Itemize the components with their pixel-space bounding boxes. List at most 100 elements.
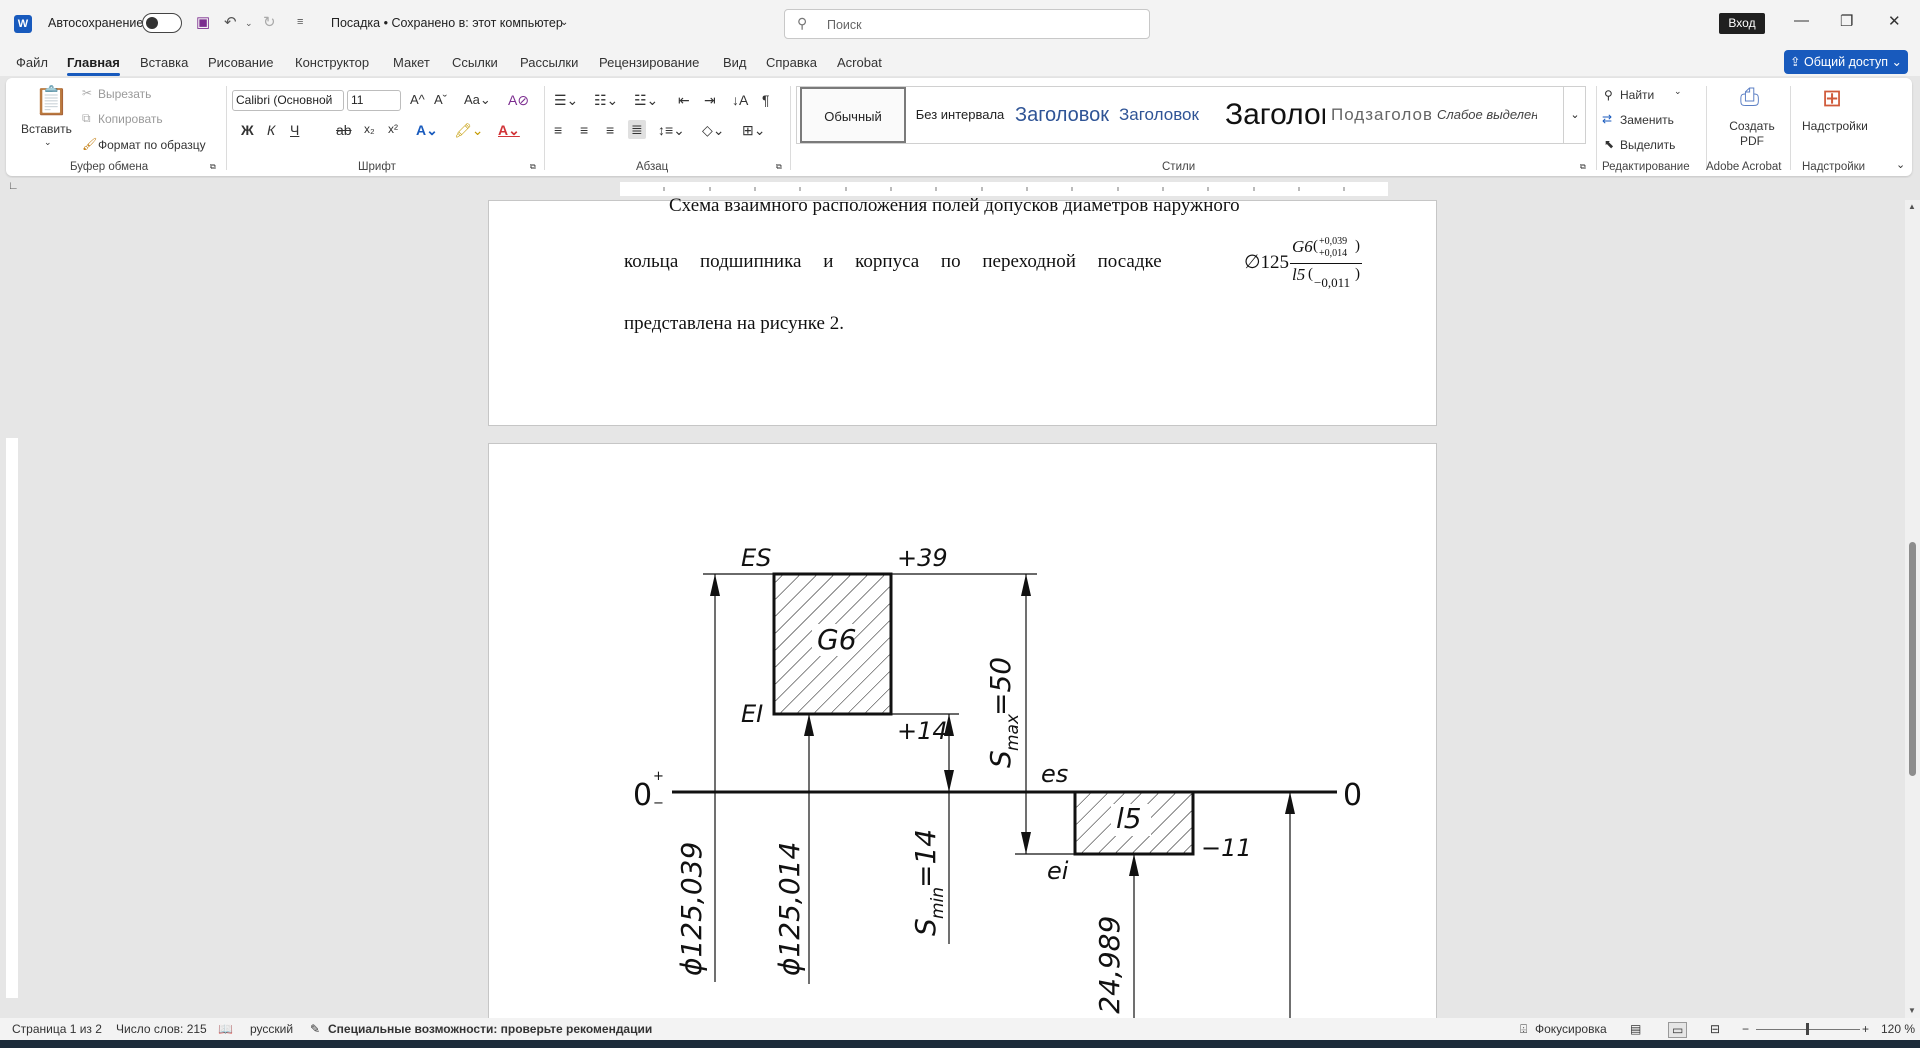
paste-dropdown-icon[interactable]: ⌄: [44, 137, 52, 148]
replace-icon[interactable]: ⇄: [1602, 112, 1612, 126]
font-family-combo[interactable]: Calibri (Основной: [232, 90, 344, 111]
vertical-ruler[interactable]: [4, 200, 20, 1010]
collapse-ribbon-icon[interactable]: ⌄: [1896, 158, 1905, 171]
style-title[interactable]: Заголовок: [1225, 87, 1325, 143]
format-painter-button[interactable]: Формат по образцу: [98, 138, 206, 152]
search-box[interactable]: ⚲ Поиск: [784, 9, 1150, 39]
format-painter-icon[interactable]: 🖌: [82, 137, 97, 151]
save-icon[interactable]: ▣: [196, 13, 210, 31]
tab-view[interactable]: Вид: [723, 55, 747, 70]
style-heading2[interactable]: Заголовок: [1119, 87, 1219, 143]
word-count[interactable]: Число слов: 215: [116, 1022, 207, 1036]
style-heading1[interactable]: Заголовок: [1015, 87, 1113, 143]
paragraph-launcher-icon[interactable]: ⧉: [776, 162, 782, 172]
highlight-icon[interactable]: 🖍⌄: [454, 122, 484, 139]
multilevel-list-icon[interactable]: ☳⌄: [634, 92, 658, 109]
web-layout-icon[interactable]: ⊟: [1710, 1022, 1720, 1036]
tab-mailings[interactable]: Рассылки: [520, 55, 578, 70]
language-status[interactable]: русский: [250, 1022, 293, 1036]
title-dropdown-icon[interactable]: ⌄: [560, 17, 568, 28]
tab-review[interactable]: Рецензирование: [599, 55, 699, 70]
vertical-scrollbar[interactable]: ▲ ▼: [1905, 200, 1920, 1018]
tab-draw[interactable]: Рисование: [208, 55, 273, 70]
style-normal[interactable]: Обычный: [800, 87, 906, 143]
read-mode-icon[interactable]: ▤: [1630, 1022, 1641, 1036]
tab-home[interactable]: Главная: [67, 55, 120, 76]
subscript-icon[interactable]: x₂: [364, 122, 375, 136]
redo-icon[interactable]: ↻: [263, 13, 276, 31]
copy-icon[interactable]: ⧉: [82, 111, 91, 126]
tab-selector-icon[interactable]: ∟: [8, 180, 19, 192]
tab-design[interactable]: Конструктор: [295, 55, 369, 70]
accessibility-icon[interactable]: ✎: [310, 1022, 320, 1036]
proofing-icon[interactable]: 📖: [218, 1022, 233, 1036]
zoom-out-icon[interactable]: −: [1742, 1022, 1749, 1036]
select-icon[interactable]: ⬉: [1604, 137, 1614, 151]
numbering-icon[interactable]: ☷⌄: [594, 92, 618, 109]
focus-icon[interactable]: ⌹: [1520, 1022, 1527, 1037]
change-case-icon[interactable]: Aa⌄: [464, 92, 491, 108]
tab-file[interactable]: Файл: [16, 55, 48, 70]
underline-icon[interactable]: Ч: [290, 122, 299, 138]
zoom-level[interactable]: 120 %: [1881, 1022, 1915, 1036]
paste-button[interactable]: Вставить: [21, 122, 72, 136]
tab-help[interactable]: Справка: [766, 55, 817, 70]
find-button[interactable]: Найти: [1620, 88, 1654, 102]
paste-icon[interactable]: 📋: [34, 84, 69, 117]
shading-icon[interactable]: ◇⌄: [702, 122, 725, 139]
superscript-icon[interactable]: x²: [388, 122, 398, 136]
scroll-up-icon[interactable]: ▲: [1908, 202, 1916, 211]
addins-button[interactable]: Надстройки: [1802, 119, 1868, 133]
grow-font-icon[interactable]: A^: [410, 92, 425, 107]
close-icon[interactable]: ✕: [1888, 12, 1901, 30]
print-layout-icon[interactable]: ▭: [1668, 1022, 1688, 1038]
tab-layout[interactable]: Макет: [393, 55, 430, 70]
align-right-icon[interactable]: ≡: [606, 122, 614, 138]
zoom-in-icon[interactable]: +: [1862, 1022, 1869, 1036]
autosave-toggle[interactable]: [142, 13, 182, 33]
tab-insert[interactable]: Вставка: [140, 55, 188, 70]
find-dropdown-icon[interactable]: ⌄: [1674, 86, 1682, 97]
font-size-combo[interactable]: 11: [347, 90, 401, 111]
customize-toolbar-icon[interactable]: ≡: [297, 16, 303, 28]
shrink-font-icon[interactable]: Aˇ: [434, 92, 447, 107]
styles-launcher-icon[interactable]: ⧉: [1580, 162, 1586, 172]
italic-icon[interactable]: К: [267, 122, 275, 138]
increase-indent-icon[interactable]: ⇥: [704, 92, 716, 109]
style-subtitle[interactable]: Подзаголовок: [1331, 87, 1431, 143]
sort-icon[interactable]: ↓A: [732, 92, 748, 108]
style-subtle-emphasis[interactable]: Слабое выделение: [1437, 87, 1537, 143]
align-left-icon[interactable]: ≡: [554, 122, 562, 138]
font-color-icon[interactable]: A⌄: [498, 122, 520, 139]
clipboard-launcher-icon[interactable]: ⧉: [210, 162, 216, 172]
replace-button[interactable]: Заменить: [1620, 113, 1674, 127]
undo-dropdown-icon[interactable]: ⌄: [245, 18, 253, 29]
align-center-icon[interactable]: ≡: [580, 122, 588, 138]
text-effects-icon[interactable]: A⌄: [416, 122, 438, 139]
strikethrough-icon[interactable]: ab: [336, 122, 352, 138]
scroll-down-icon[interactable]: ▼: [1908, 1006, 1916, 1015]
find-icon[interactable]: ⚲: [1604, 88, 1613, 102]
page-1[interactable]: Схема взаимного расположения полей допус…: [488, 195, 1437, 426]
decrease-indent-icon[interactable]: ⇤: [678, 92, 690, 109]
cut-icon[interactable]: ✂: [82, 86, 92, 100]
justify-icon[interactable]: ≣: [628, 120, 646, 139]
scroll-thumb[interactable]: [1909, 542, 1916, 776]
cut-button[interactable]: Вырезать: [98, 87, 151, 101]
create-pdf-button[interactable]: Создать PDF: [1722, 119, 1782, 149]
line-spacing-icon[interactable]: ↕≡⌄: [658, 122, 685, 139]
accessibility-status[interactable]: Специальные возможности: проверьте реком…: [328, 1022, 652, 1036]
page-count[interactable]: Страница 1 из 2: [12, 1022, 102, 1036]
clear-formatting-icon[interactable]: A⊘: [508, 92, 529, 109]
page-2[interactable]: ES +39 G6 EI +14 es l5 ei −11 0 + − 0 ϕ1…: [488, 443, 1437, 1019]
bold-icon[interactable]: Ж: [241, 122, 254, 138]
undo-icon[interactable]: ↶: [224, 13, 237, 31]
bullets-icon[interactable]: ☰⌄: [554, 92, 578, 109]
share-button[interactable]: ⇪ Общий доступ ⌄: [1784, 50, 1908, 74]
tab-acrobat[interactable]: Acrobat: [837, 55, 882, 70]
font-launcher-icon[interactable]: ⧉: [530, 162, 536, 172]
focus-mode[interactable]: Фокусировка: [1535, 1022, 1607, 1036]
show-marks-icon[interactable]: ¶: [762, 92, 770, 108]
styles-more-icon[interactable]: ⌄: [1563, 87, 1586, 143]
select-button[interactable]: Выделить: [1620, 138, 1675, 152]
